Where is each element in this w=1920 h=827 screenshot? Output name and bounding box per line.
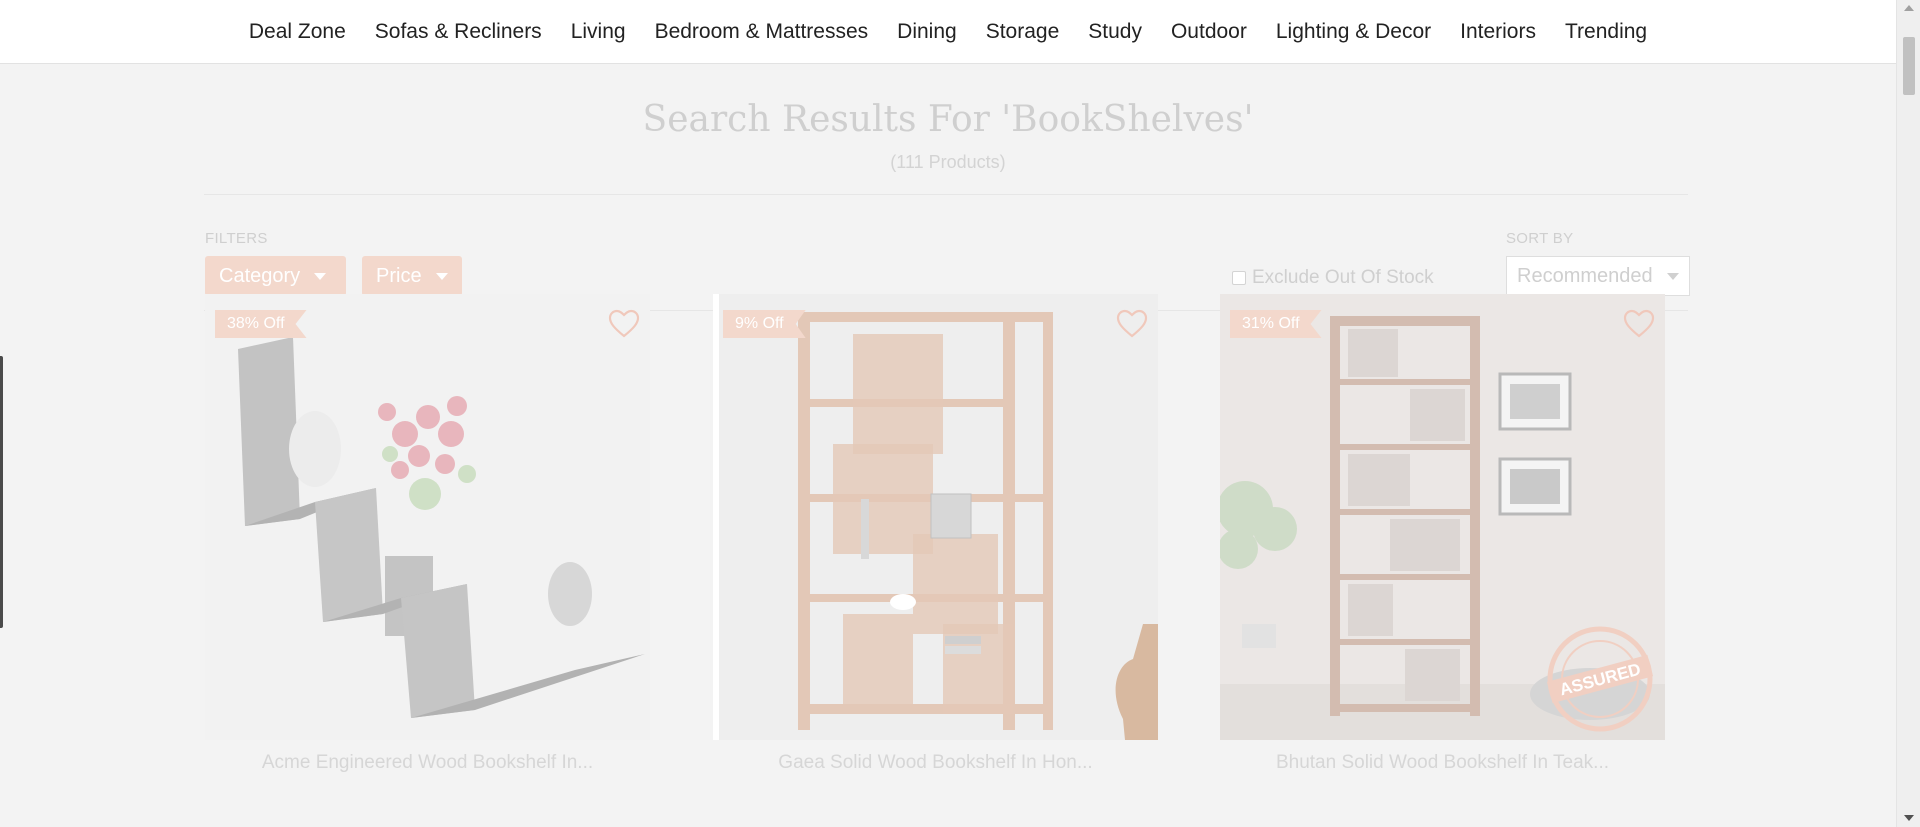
discount-badge: 31% Off [1230, 310, 1322, 338]
sort-selected-value: Recommended [1517, 264, 1653, 287]
price-filter-button[interactable]: Price [362, 256, 462, 296]
sort-by-select[interactable]: Recommended [1506, 256, 1690, 296]
nav-item-bedroom-mattresses[interactable]: Bedroom & Mattresses [655, 20, 869, 44]
scrollbar-thumb[interactable] [1903, 37, 1915, 95]
wall-shelf-image[interactable] [205, 294, 650, 740]
discount-badge: 9% Off [723, 310, 806, 338]
exclude-out-of-stock-label: Exclude Out Of Stock [1252, 267, 1434, 288]
filters-label: FILTERS [205, 230, 268, 247]
top-navigation: Deal Zone Sofas & Recliners Living Bedro… [0, 0, 1896, 64]
exclude-out-of-stock-checkbox[interactable] [1232, 271, 1246, 285]
nav-item-sofas-recliners[interactable]: Sofas & Recliners [375, 20, 542, 44]
category-filter-button[interactable]: Category [205, 256, 346, 296]
nav-item-storage[interactable]: Storage [986, 20, 1060, 44]
chevron-down-icon [314, 272, 327, 280]
result-count: (111 Products) [890, 152, 1006, 172]
product-card[interactable]: 9% Off [713, 294, 1158, 740]
product-card[interactable]: 38% Off [205, 294, 650, 740]
wishlist-heart-icon[interactable] [1623, 309, 1655, 339]
nav-item-lighting-decor[interactable]: Lighting & Decor [1276, 20, 1431, 44]
side-drawer-tab[interactable] [0, 356, 3, 628]
nav-item-deal-zone[interactable]: Deal Zone [249, 20, 346, 44]
product-title[interactable]: Gaea Solid Wood Bookshelf In Hon... [713, 752, 1158, 774]
product-card[interactable]: ASSURED 31% Off [1220, 294, 1665, 740]
nav-item-dining[interactable]: Dining [897, 20, 957, 44]
chevron-down-icon [1667, 272, 1679, 280]
scroll-up-arrow-icon[interactable] [1904, 5, 1914, 11]
bookshelf-image[interactable]: ASSURED [1220, 294, 1665, 740]
bookshelf-image[interactable] [713, 294, 1158, 740]
nav-item-interiors[interactable]: Interiors [1460, 20, 1536, 44]
nav-item-trending[interactable]: Trending [1565, 20, 1647, 44]
product-title[interactable]: Bhutan Solid Wood Bookshelf In Teak... [1220, 752, 1665, 774]
page-title: Search Results For 'BookShelves' [642, 99, 1254, 140]
price-filter-label: Price [376, 264, 422, 287]
sort-by-label: SORT BY [1506, 230, 1574, 247]
discount-badge: 38% Off [215, 310, 307, 338]
scroll-down-arrow-icon[interactable] [1904, 815, 1914, 821]
chevron-down-icon [435, 272, 448, 280]
wishlist-heart-icon[interactable] [1116, 309, 1148, 339]
exclude-out-of-stock-toggle[interactable]: Exclude Out Of Stock [1232, 267, 1434, 289]
wishlist-heart-icon[interactable] [608, 309, 640, 339]
nav-item-study[interactable]: Study [1088, 20, 1142, 44]
nav-item-living[interactable]: Living [571, 20, 626, 44]
nav-item-outdoor[interactable]: Outdoor [1171, 20, 1247, 44]
product-title[interactable]: Acme Engineered Wood Bookshelf In... [205, 752, 650, 774]
divider [204, 194, 1688, 195]
category-filter-label: Category [219, 264, 301, 287]
page-scrollbar[interactable] [1896, 0, 1920, 827]
